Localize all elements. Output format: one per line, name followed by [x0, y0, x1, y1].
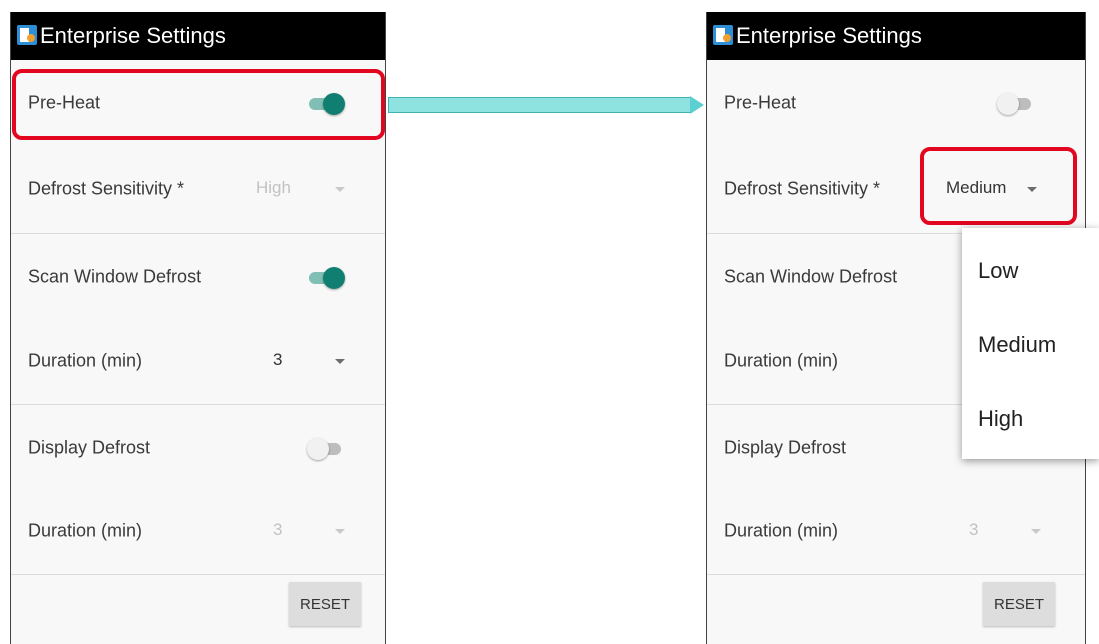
arrow-head-icon	[690, 96, 704, 114]
divider	[11, 574, 385, 575]
transition-arrow	[388, 97, 692, 113]
chevron-down-icon	[335, 187, 345, 192]
preheat-row[interactable]: Pre-Heat	[707, 60, 1085, 146]
scan-duration-row[interactable]: Duration (min) 3	[11, 318, 385, 404]
chevron-down-icon	[1031, 529, 1041, 534]
screen-title: Enterprise Settings	[40, 23, 226, 48]
preheat-switch[interactable]	[997, 92, 1037, 115]
scan-window-defrost-row[interactable]: Scan Window Defrost	[11, 234, 385, 320]
display-duration-row: Duration (min) 3	[11, 488, 385, 574]
scan-duration-label: Duration (min)	[724, 350, 839, 371]
display-duration-label: Duration (min)	[724, 520, 839, 541]
app-icon	[17, 25, 37, 45]
display-defrost-row[interactable]: Display Defrost	[11, 405, 385, 491]
display-duration-label: Duration (min)	[28, 520, 143, 541]
display-duration-row: Duration (min) 3	[707, 488, 1085, 574]
display-defrost-label: Display Defrost	[724, 437, 847, 458]
switch-thumb	[323, 267, 345, 289]
scan-duration-label: Duration (min)	[28, 350, 143, 371]
defrost-sensitivity-row: Defrost Sensitivity * High	[11, 146, 385, 232]
switch-thumb	[997, 93, 1019, 115]
dropdown-option-medium[interactable]: Medium	[978, 332, 1056, 358]
display-duration-spinner: 3	[969, 520, 979, 539]
preheat-highlight-box	[12, 69, 385, 140]
display-duration-spinner: 3	[273, 520, 283, 539]
dropdown-option-high[interactable]: High	[978, 406, 1023, 432]
chevron-down-icon	[335, 529, 345, 534]
reset-button[interactable]: RESET	[289, 582, 361, 626]
switch-thumb	[307, 438, 329, 460]
defrost-sensitivity-label: Defrost Sensitivity *	[724, 178, 881, 199]
preheat-label: Pre-Heat	[724, 92, 797, 113]
reset-button[interactable]: RESET	[983, 582, 1055, 626]
divider	[707, 574, 1085, 575]
scan-duration-spinner[interactable]: 3	[273, 350, 282, 370]
defrost-sensitivity-label: Defrost Sensitivity *	[28, 178, 185, 199]
scan-window-defrost-label: Scan Window Defrost	[28, 266, 202, 287]
scan-window-defrost-switch[interactable]	[307, 266, 345, 289]
app-icon	[713, 25, 733, 45]
scan-window-defrost-label: Scan Window Defrost	[724, 266, 898, 287]
display-defrost-switch[interactable]	[307, 437, 347, 460]
defrost-sensitivity-highlight-box	[920, 147, 1077, 225]
title-bar: Enterprise Settings	[11, 12, 385, 60]
display-defrost-label: Display Defrost	[28, 437, 151, 458]
title-bar: Enterprise Settings	[707, 12, 1085, 60]
defrost-sensitivity-spinner: High	[256, 178, 291, 197]
screen-title: Enterprise Settings	[736, 23, 922, 48]
chevron-down-icon[interactable]	[335, 359, 345, 364]
defrost-sensitivity-dropdown: Low Medium High	[962, 228, 1099, 459]
dropdown-option-low[interactable]: Low	[978, 258, 1018, 284]
